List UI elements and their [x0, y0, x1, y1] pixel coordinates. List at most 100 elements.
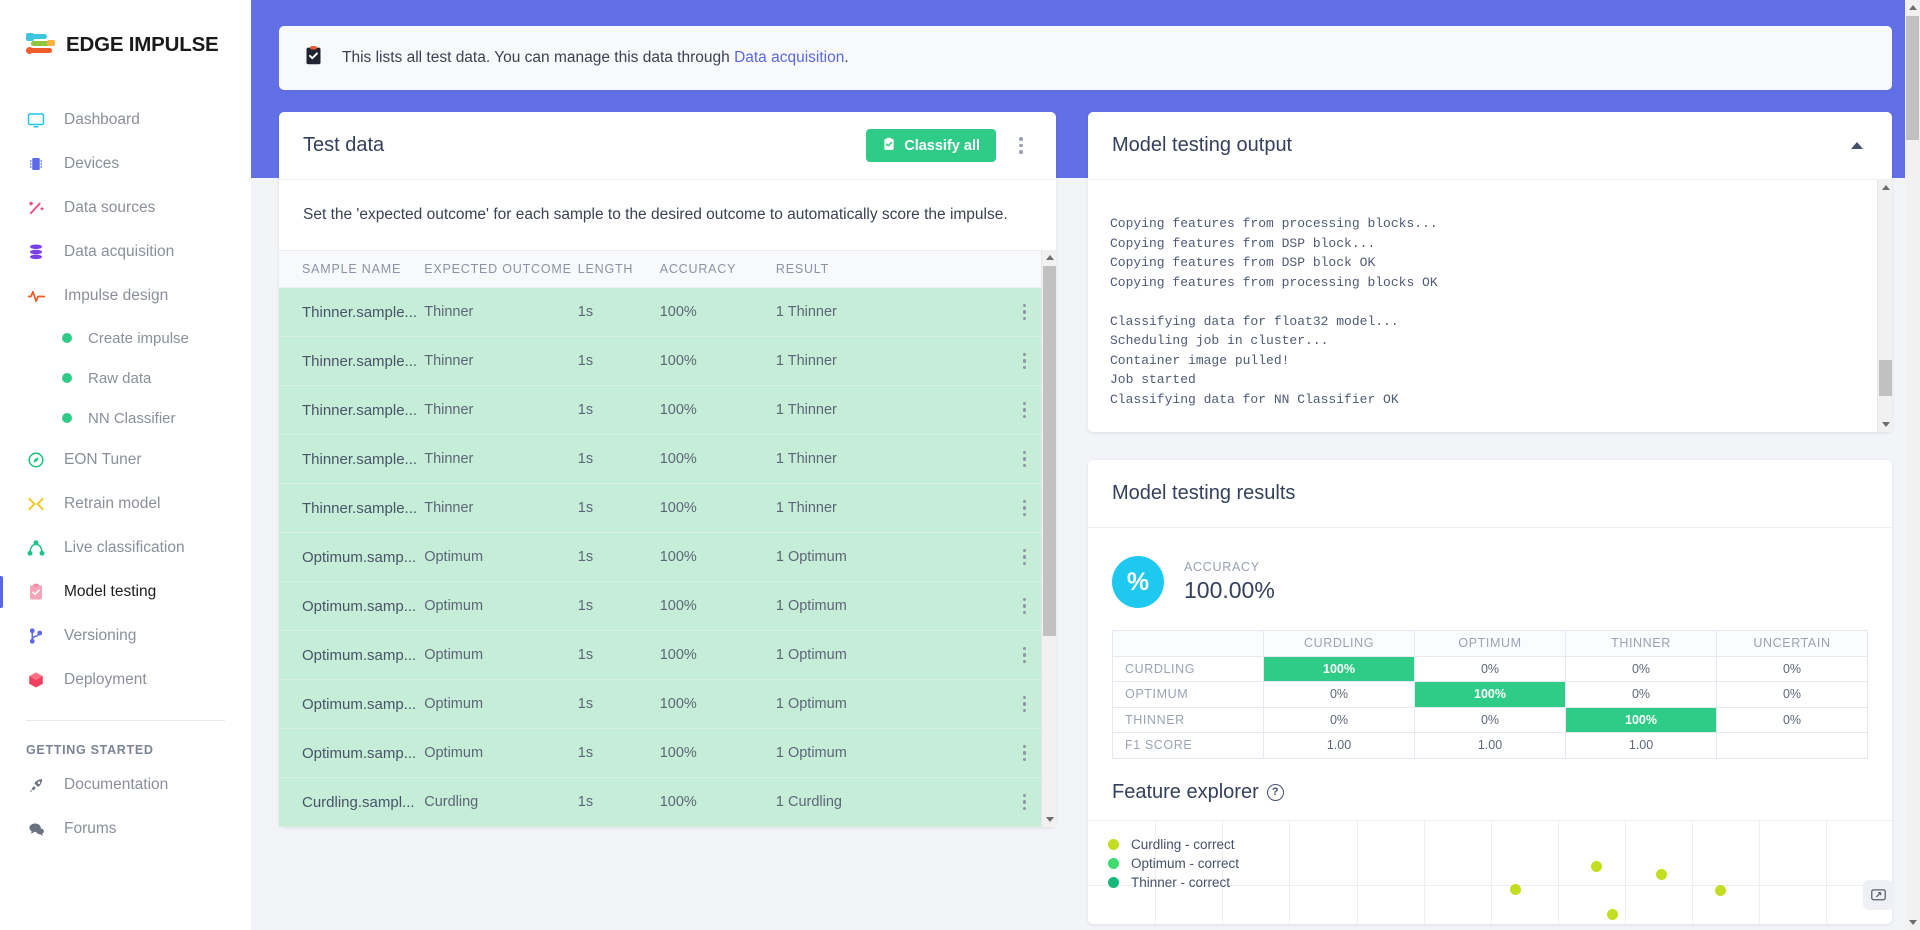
cm-row: OPTIMUM0%100%0%0%	[1113, 682, 1868, 708]
kebab-menu-icon[interactable]	[1010, 133, 1032, 159]
table-row[interactable]: Thinner.sample...Thinner1s100%1 Thinner	[279, 435, 1056, 484]
model-testing-results-card: Model testing results % ACCURACY 100.00%	[1088, 460, 1892, 924]
log-scroll-down-arrow-icon[interactable]	[1878, 417, 1892, 432]
sidebar-item-model-testing[interactable]: Model testing	[0, 570, 251, 614]
sidebar-item-label: Dashboard	[64, 111, 140, 129]
sidebar-item-devices[interactable]: Devices	[0, 142, 251, 186]
feature-explorer-plot[interactable]: Curdling - correct Optimum - correct Thi…	[1088, 820, 1892, 924]
table-row[interactable]: Thinner.sample...Thinner1s100%1 Thinner	[279, 337, 1056, 386]
cm-cell: 100%	[1415, 682, 1566, 708]
legend-color-swatch	[1108, 858, 1119, 869]
table-row[interactable]: Thinner.sample...Thinner1s100%1 Thinner	[279, 484, 1056, 533]
sidebar-item-deployment[interactable]: Deployment	[0, 658, 251, 702]
question-mark-icon[interactable]: ?	[1267, 784, 1284, 801]
sidebar-item-data-sources[interactable]: Data sources	[0, 186, 251, 230]
cm-column-header: OPTIMUM	[1415, 631, 1566, 657]
cell-result: 1 Optimum	[776, 631, 994, 680]
table-row[interactable]: Optimum.samp...Optimum1s100%1 Optimum	[279, 680, 1056, 729]
test-data-helper-text: Set the 'expected outcome' for each samp…	[279, 180, 1056, 250]
plot-legend: Curdling - correct Optimum - correct Thi…	[1108, 835, 1239, 892]
table-row[interactable]: Thinner.sample...Thinner1s100%1 Thinner	[279, 386, 1056, 435]
table-row[interactable]: Optimum.samp...Optimum1s100%1 Optimum	[279, 729, 1056, 778]
feedback-icon[interactable]	[1863, 880, 1893, 910]
log-scroll-up-arrow-icon[interactable]	[1878, 180, 1892, 195]
cell-result: 1 Optimum	[776, 582, 994, 631]
data-acquisition-link[interactable]: Data acquisition	[734, 49, 844, 66]
compass-icon	[26, 450, 46, 470]
cm-row: CURDLING100%0%0%0%	[1113, 656, 1868, 682]
test-data-table-wrap: SAMPLE NAME EXPECTED OUTCOME LENGTH ACCU…	[279, 250, 1056, 827]
table-row[interactable]: Thinner.sample...Thinner1s100%1 Thinner	[279, 288, 1056, 337]
model-results-title: Model testing results	[1112, 482, 1295, 505]
cell-expected-outcome[interactable]: Optimum	[424, 631, 578, 680]
sidebar-item-forums[interactable]: Forums	[0, 807, 251, 851]
cell-result: 1 Thinner	[776, 484, 994, 533]
sidebar-item-eon-tuner[interactable]: EON Tuner	[0, 438, 251, 482]
model-output-log: Copying features from processing blocks.…	[1088, 180, 1892, 432]
sidebar-subitem-create-impulse[interactable]: Create impulse	[0, 318, 251, 358]
cell-result: 1 Thinner	[776, 435, 994, 484]
caret-up-icon[interactable]	[1846, 135, 1868, 157]
sidebar-item-documentation[interactable]: Documentation	[0, 763, 251, 807]
sidebar-item-live-classification[interactable]: Live classification	[0, 526, 251, 570]
monitor-icon	[26, 110, 46, 130]
table-scrollbar[interactable]	[1041, 250, 1056, 827]
sidebar-item-label: Live classification	[64, 539, 185, 557]
cell-expected-outcome[interactable]: Optimum	[424, 680, 578, 729]
classify-all-button[interactable]: Classify all	[866, 129, 996, 162]
gridline-vertical	[1491, 821, 1492, 924]
cell-expected-outcome[interactable]: Thinner	[424, 386, 578, 435]
cell-expected-outcome[interactable]: Curdling	[424, 778, 578, 827]
sidebar-subitem-label: Create impulse	[88, 330, 189, 347]
gridline-vertical	[1424, 821, 1425, 924]
table-row[interactable]: Optimum.samp...Optimum1s100%1 Optimum	[279, 582, 1056, 631]
table-body: Thinner.sample...Thinner1s100%1 ThinnerT…	[279, 288, 1056, 827]
page-scrollbar[interactable]	[1905, 0, 1920, 930]
pulse-icon	[26, 286, 46, 306]
cell-expected-outcome[interactable]: Optimum	[424, 582, 578, 631]
cm-row-label: OPTIMUM	[1113, 682, 1264, 708]
plot-point[interactable]	[1656, 869, 1667, 880]
table-row[interactable]: Optimum.samp...Optimum1s100%1 Optimum	[279, 631, 1056, 680]
sidebar-item-label: Devices	[64, 155, 119, 173]
app-root: EDGE IMPULSE Dashboard Devices Data sour…	[0, 0, 1920, 930]
cm-row-label: THINNER	[1113, 707, 1264, 733]
page-scrollbar-thumb[interactable]	[1906, 16, 1919, 140]
sidebar-subitem-nn-classifier[interactable]: NN Classifier	[0, 398, 251, 438]
accuracy-value: 100.00%	[1184, 577, 1275, 604]
clipboard-check-icon	[882, 137, 896, 155]
banner-text-after: .	[844, 49, 848, 66]
sidebar-item-impulse-design[interactable]: Impulse design	[0, 274, 251, 318]
cell-expected-outcome[interactable]: Optimum	[424, 533, 578, 582]
sidebar-item-label: Forums	[64, 820, 117, 838]
sidebar-item-label: Versioning	[64, 627, 136, 645]
gridline-vertical	[1558, 821, 1559, 924]
sidebar-item-dashboard[interactable]: Dashboard	[0, 98, 251, 142]
log-scrollbar[interactable]	[1877, 180, 1892, 432]
log-scrollbar-thumb[interactable]	[1879, 360, 1892, 396]
cell-expected-outcome[interactable]: Thinner	[424, 484, 578, 533]
scroll-down-arrow-icon[interactable]	[1042, 812, 1057, 827]
sidebar-item-data-acquisition[interactable]: Data acquisition	[0, 230, 251, 274]
page-scroll-down-arrow-icon[interactable]	[1905, 915, 1920, 930]
cell-expected-outcome[interactable]: Thinner	[424, 288, 578, 337]
table-row[interactable]: Optimum.samp...Optimum1s100%1 Optimum	[279, 533, 1056, 582]
table-scrollbar-thumb[interactable]	[1043, 266, 1056, 636]
cell-sample-name: Optimum.samp...	[279, 729, 424, 778]
scroll-up-arrow-icon[interactable]	[1042, 250, 1057, 265]
brand-name: EDGE IMPULSE	[66, 33, 219, 57]
sidebar-subitem-raw-data[interactable]: Raw data	[0, 358, 251, 398]
sidebar-item-versioning[interactable]: Versioning	[0, 614, 251, 658]
cell-accuracy: 100%	[660, 533, 776, 582]
legend-item: Optimum - correct	[1108, 854, 1239, 873]
graph-icon	[26, 538, 46, 558]
cell-expected-outcome[interactable]: Optimum	[424, 729, 578, 778]
brand-logo[interactable]: EDGE IMPULSE	[0, 0, 251, 58]
cell-result: 1 Optimum	[776, 680, 994, 729]
cell-expected-outcome[interactable]: Thinner	[424, 435, 578, 484]
cell-expected-outcome[interactable]: Thinner	[424, 337, 578, 386]
page-scroll-up-arrow-icon[interactable]	[1905, 0, 1920, 15]
sidebar-item-retrain-model[interactable]: Retrain model	[0, 482, 251, 526]
table-row[interactable]: Curdling.sampl...Curdling1s100%1 Curdlin…	[279, 778, 1056, 827]
plot-point[interactable]	[1591, 861, 1602, 872]
